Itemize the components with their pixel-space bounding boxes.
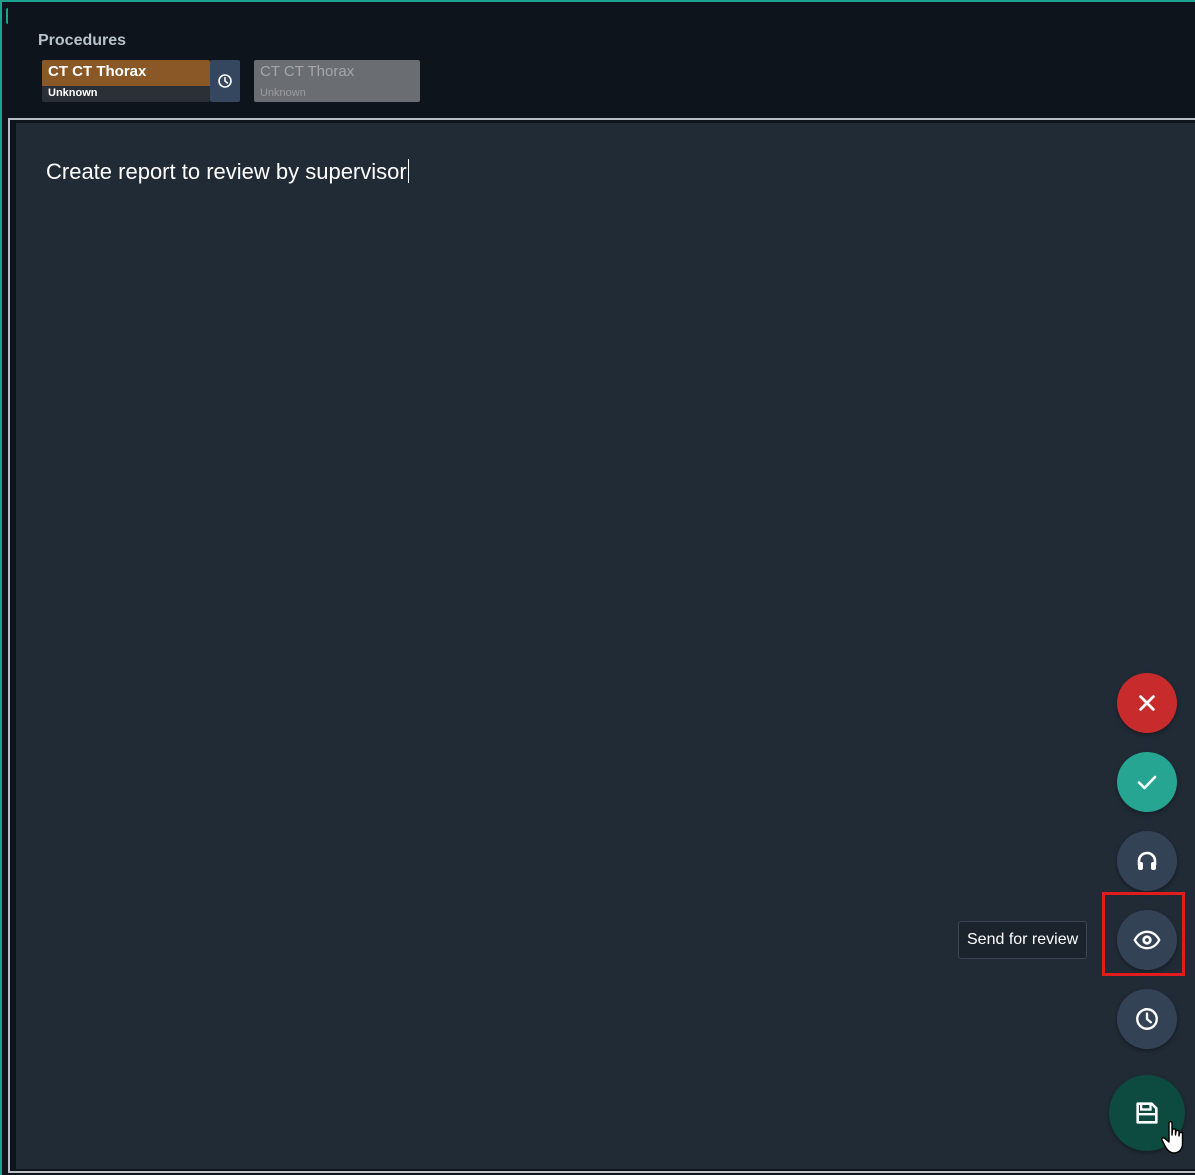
confirm-button[interactable] — [1117, 752, 1177, 812]
text-caret — [407, 159, 409, 183]
hand-cursor-icon — [1161, 1121, 1184, 1154]
procedure-status: Unknown — [260, 87, 306, 99]
report-text-content: Create report to review by supervisor — [46, 159, 407, 184]
headphones-icon — [1137, 851, 1157, 870]
report-editor[interactable]: Create report to review by supervisor — [16, 123, 1195, 1169]
report-text: Create report to review by supervisor — [46, 159, 409, 185]
dictation-button[interactable] — [1117, 831, 1177, 891]
check-icon — [1137, 775, 1157, 790]
clock-icon — [218, 74, 232, 88]
procedures-title: Procedures — [38, 32, 127, 49]
save-icon — [1136, 1102, 1158, 1124]
send-for-review-tooltip: Send for review — [958, 921, 1088, 959]
procedure-name: CT CT Thorax — [260, 63, 355, 80]
procedure-history-button[interactable] — [210, 60, 240, 102]
review-highlight-box — [1102, 892, 1185, 976]
cancel-button[interactable] — [1117, 673, 1177, 733]
history-button[interactable] — [1117, 989, 1177, 1049]
procedure-tab-inactive[interactable]: CT CT Thorax Unknown — [254, 60, 420, 102]
close-icon — [1139, 695, 1155, 711]
procedures-header: Procedures CT CT Thorax Unknown CT CT Th… — [8, 2, 1195, 120]
procedure-name: CT CT Thorax — [42, 60, 210, 86]
procedure-tab-active[interactable]: CT CT Thorax Unknown — [42, 60, 210, 102]
clock-icon — [1136, 1008, 1158, 1030]
procedure-status: Unknown — [48, 87, 98, 99]
